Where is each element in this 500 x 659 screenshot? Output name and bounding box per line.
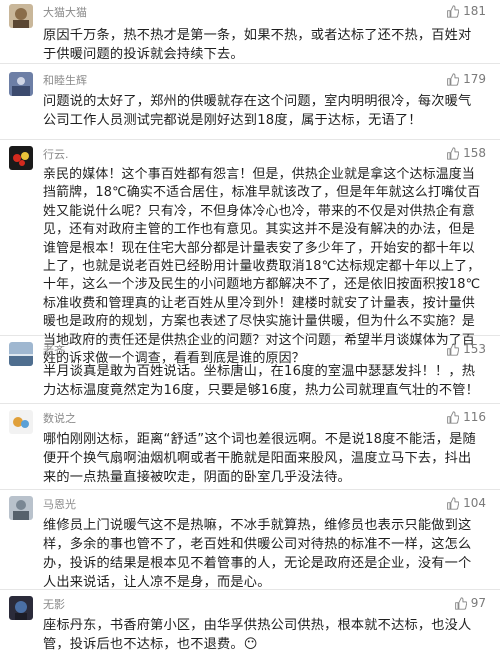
comment-item: 行云. 158 亲民的媒体！这个事百姓都有怨言！但是，供热企业就是拿这个达标温度… (0, 140, 500, 366)
thumbs-up-icon (446, 4, 460, 18)
comment-item: 马恩光 104 维修员上门说暖气这不是热嘛，不冰手就算热，维修员也表示只能做到这… (0, 490, 500, 590)
like-count: 97 (470, 596, 486, 610)
thumbs-up-icon (446, 72, 460, 86)
comment-text: 原因千万条，热不热才是第一条，如果不热，或者达标了还不热，百姓对于供暖问题的投诉… (43, 28, 472, 62)
avatar[interactable] (9, 596, 33, 620)
username[interactable]: 大猫大猫 (43, 6, 87, 20)
comment-item: 老齐 153 半月谈真是敢为百姓说话。坐标唐山，在16度的室温中瑟瑟发抖！！，热… (0, 336, 500, 404)
username[interactable]: 马恩光 (43, 498, 76, 512)
comment-item: 数说之 116 哪怕刚刚达标，距离“舒适”这个词也差很远啊。不是说18度不能活，… (0, 404, 500, 490)
thumbs-up-icon (446, 146, 460, 160)
avatar[interactable] (9, 4, 33, 28)
avatar[interactable] (9, 72, 33, 96)
like-button[interactable]: 116 (446, 410, 486, 424)
comment-text: 问题说的太好了，郑州的供暖就存在这个问题，室内明明很冷，每次暖气公司工作人员测试… (43, 94, 472, 128)
like-count: 153 (463, 342, 486, 356)
comment-feed: 大猫大猫 181 原因千万条，热不热才是第一条，如果不热，或者达标了还不热，百姓… (0, 0, 500, 659)
like-button[interactable]: 97 (454, 596, 486, 610)
username[interactable]: 和睦生辉 (43, 74, 87, 88)
like-button[interactable]: 158 (446, 146, 486, 160)
username[interactable]: 数说之 (43, 412, 76, 426)
avatar[interactable] (9, 496, 33, 520)
comment-item: 无影 97 座标丹东，书香府第小区，由华孚供热公司供热，根本就不达标，也没人管，… (0, 590, 500, 659)
thumbs-up-icon (446, 496, 460, 510)
like-button[interactable]: 104 (446, 496, 486, 510)
comment-item: 大猫大猫 181 原因千万条，热不热才是第一条，如果不热，或者达标了还不热，百姓… (0, 0, 500, 64)
like-count: 179 (463, 72, 486, 86)
username[interactable]: 无影 (43, 598, 65, 612)
thumbs-up-icon (446, 342, 460, 356)
comment-text: 座标丹东，书香府第小区，由华孚供热公司供热，根本就不达标，也没人管，投诉后也不达… (43, 618, 472, 652)
comment-text: 半月谈真是敢为百姓说话。坐标唐山，在16度的室温中瑟瑟发抖！！，热力达标温度竟然… (43, 364, 479, 398)
thumbs-up-icon (454, 596, 467, 610)
like-button[interactable]: 153 (446, 342, 486, 356)
like-count: 116 (463, 410, 486, 424)
thumbs-up-icon (446, 410, 460, 424)
avatar[interactable] (9, 342, 33, 366)
avatar[interactable] (9, 410, 33, 434)
comment-text: 哪怕刚刚达标，距离“舒适”这个词也差很远啊。不是说18度不能活，是随便开个换气扇… (43, 432, 476, 485)
comment-text: 维修员上门说暖气这不是热嘛，不冰手就算热，维修员也表示只能做到这样，多余的事也管… (43, 518, 472, 590)
comment-item: 和睦生辉 179 问题说的太好了，郑州的供暖就存在这个问题，室内明明很冷，每次暖… (0, 64, 500, 140)
like-count: 158 (463, 146, 486, 160)
avatar[interactable] (9, 146, 33, 170)
like-count: 181 (463, 4, 486, 18)
like-button[interactable]: 181 (446, 4, 486, 18)
like-count: 104 (463, 496, 486, 510)
like-button[interactable]: 179 (446, 72, 486, 86)
username[interactable]: 老齐 (43, 344, 65, 358)
username[interactable]: 行云. (43, 148, 69, 162)
